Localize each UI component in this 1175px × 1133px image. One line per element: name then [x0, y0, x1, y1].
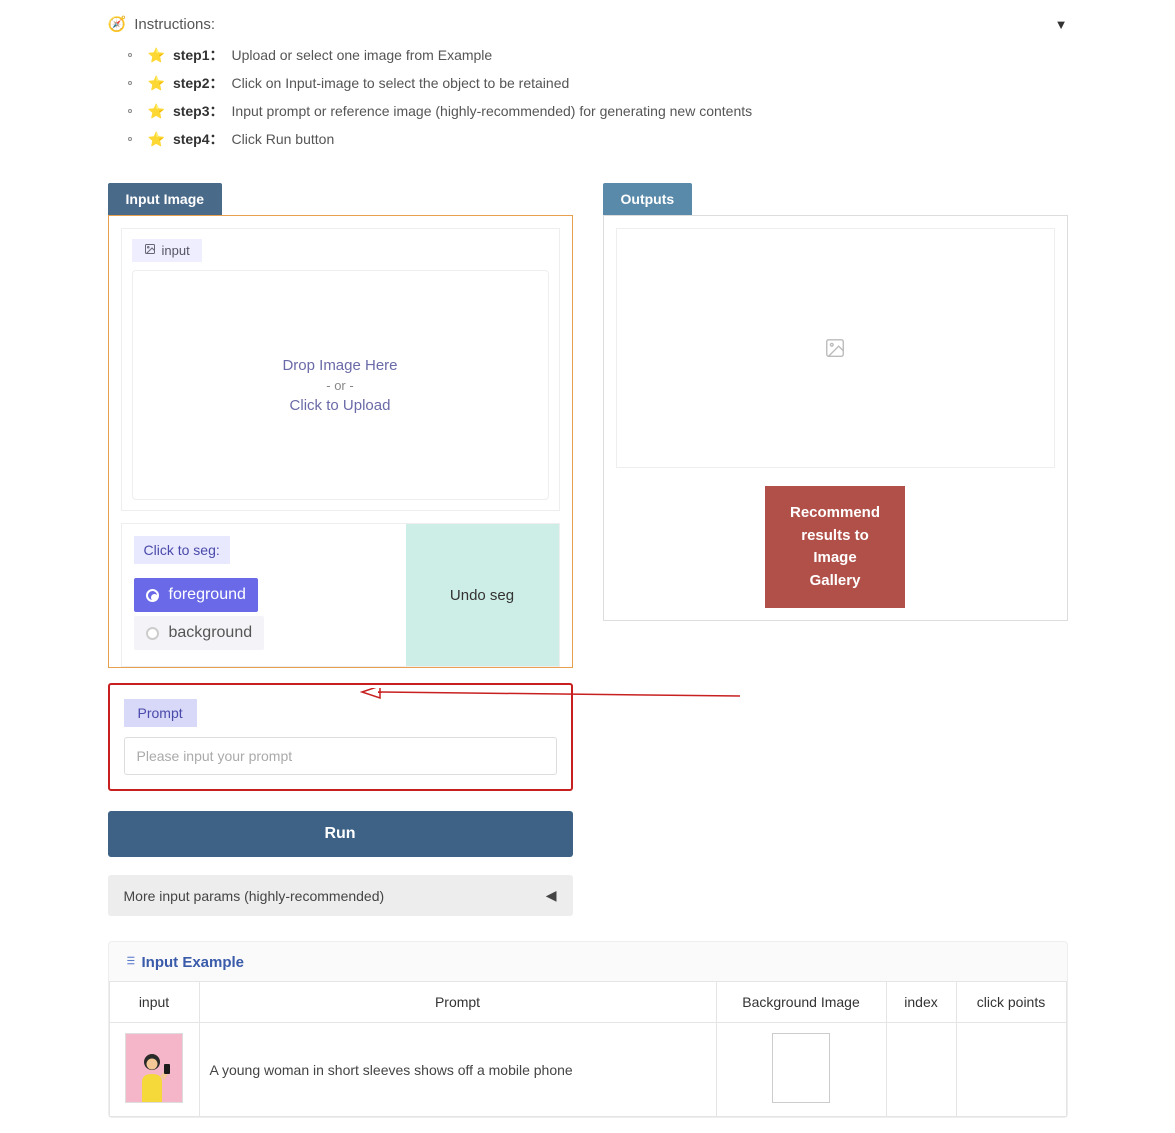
- step-item: ⭐ step1： Upload or select one image from…: [128, 41, 1068, 69]
- step-label: step4：: [173, 129, 224, 149]
- undo-seg-button[interactable]: Undo seg: [406, 524, 559, 666]
- star-icon: ⭐: [148, 47, 165, 64]
- input-badge: input: [132, 239, 202, 262]
- table-row[interactable]: A young woman in short sleeves shows off…: [109, 1023, 1066, 1117]
- run-button[interactable]: Run: [108, 811, 573, 857]
- step-text: Input prompt or reference image (highly-…: [232, 103, 753, 119]
- cell-bg-image: [716, 1023, 886, 1117]
- th-prompt: Prompt: [199, 982, 716, 1023]
- expand-icon: ◀: [546, 887, 557, 904]
- bullet-icon: [128, 53, 132, 57]
- radio-icon: [146, 627, 159, 640]
- instructions-label: Instructions:: [134, 16, 215, 33]
- step-label: step3：: [173, 101, 224, 121]
- clock-icon: 🧭: [108, 15, 127, 33]
- radio-foreground[interactable]: foreground: [134, 578, 258, 612]
- step-item: ⭐ step2： Click on Input-image to select …: [128, 69, 1068, 97]
- input-badge-text: input: [162, 243, 190, 258]
- table-header-row: input Prompt Background Image index clic…: [109, 982, 1066, 1023]
- cell-index: [886, 1023, 956, 1117]
- step-label: step2：: [173, 73, 224, 93]
- steps-list: ⭐ step1： Upload or select one image from…: [108, 41, 1068, 153]
- prompt-panel: Prompt: [108, 683, 573, 791]
- image-icon: [144, 243, 156, 258]
- click-upload-text: Click to Upload: [290, 397, 391, 414]
- bullet-icon: [128, 137, 132, 141]
- bullet-icon: [128, 81, 132, 85]
- recommend-button[interactable]: Recommend results to Image Gallery: [765, 486, 905, 608]
- bg-thumbnail: [772, 1033, 830, 1103]
- input-image-tab[interactable]: Input Image: [108, 183, 223, 215]
- example-thumbnail: [125, 1033, 183, 1103]
- cell-prompt: A young woman in short sleeves shows off…: [199, 1023, 716, 1117]
- cell-input-thumb: [109, 1023, 199, 1117]
- step-item: ⭐ step3： Input prompt or reference image…: [128, 97, 1068, 125]
- instructions-header[interactable]: 🧭 Instructions: ▼: [108, 15, 1068, 33]
- seg-label: Click to seg:: [134, 536, 230, 564]
- step-item: ⭐ step4： Click Run button: [128, 125, 1068, 153]
- th-click-points: click points: [956, 982, 1066, 1023]
- step-text: Upload or select one image from Example: [232, 47, 493, 63]
- example-header-text: Input Example: [142, 954, 245, 971]
- person-thumbnail-icon: [136, 1050, 172, 1102]
- list-icon: [123, 954, 136, 971]
- collapse-icon[interactable]: ▼: [1055, 17, 1068, 32]
- or-text: - or -: [326, 378, 353, 393]
- star-icon: ⭐: [148, 131, 165, 148]
- example-header: Input Example: [109, 954, 1067, 981]
- input-image-panel: input Drop Image Here - or - Click to Up…: [108, 215, 573, 668]
- output-placeholder: [616, 228, 1055, 468]
- example-table: input Prompt Background Image index clic…: [109, 981, 1067, 1117]
- drop-text: Drop Image Here: [282, 357, 397, 374]
- bullet-icon: [128, 109, 132, 113]
- prompt-input[interactable]: [124, 737, 557, 775]
- radio-icon: [146, 589, 159, 602]
- radio-background[interactable]: background: [134, 616, 265, 650]
- star-icon: ⭐: [148, 75, 165, 92]
- cell-click-points: [956, 1023, 1066, 1117]
- step-text: Click Run button: [232, 131, 335, 147]
- star-icon: ⭐: [148, 103, 165, 120]
- th-bg-image: Background Image: [716, 982, 886, 1023]
- more-params-label: More input params (highly-recommended): [124, 888, 385, 904]
- run-label: Run: [324, 825, 355, 842]
- image-placeholder-icon: [824, 337, 846, 359]
- prompt-label: Prompt: [124, 699, 197, 727]
- radio-label: background: [169, 624, 253, 642]
- example-section: Input Example input Prompt Background Im…: [108, 941, 1068, 1118]
- step-label: step1：: [173, 45, 224, 65]
- step-text: Click on Input-image to select the objec…: [232, 75, 570, 91]
- radio-label: foreground: [169, 586, 246, 604]
- more-params-toggle[interactable]: More input params (highly-recommended) ◀: [108, 875, 573, 916]
- outputs-panel: Recommend results to Image Gallery: [603, 215, 1068, 621]
- th-input: input: [109, 982, 199, 1023]
- recommend-label: Recommend results to Image Gallery: [790, 504, 880, 589]
- outputs-tab[interactable]: Outputs: [603, 183, 693, 215]
- undo-seg-label: Undo seg: [450, 587, 514, 604]
- th-index: index: [886, 982, 956, 1023]
- upload-area[interactable]: Drop Image Here - or - Click to Upload: [132, 270, 549, 500]
